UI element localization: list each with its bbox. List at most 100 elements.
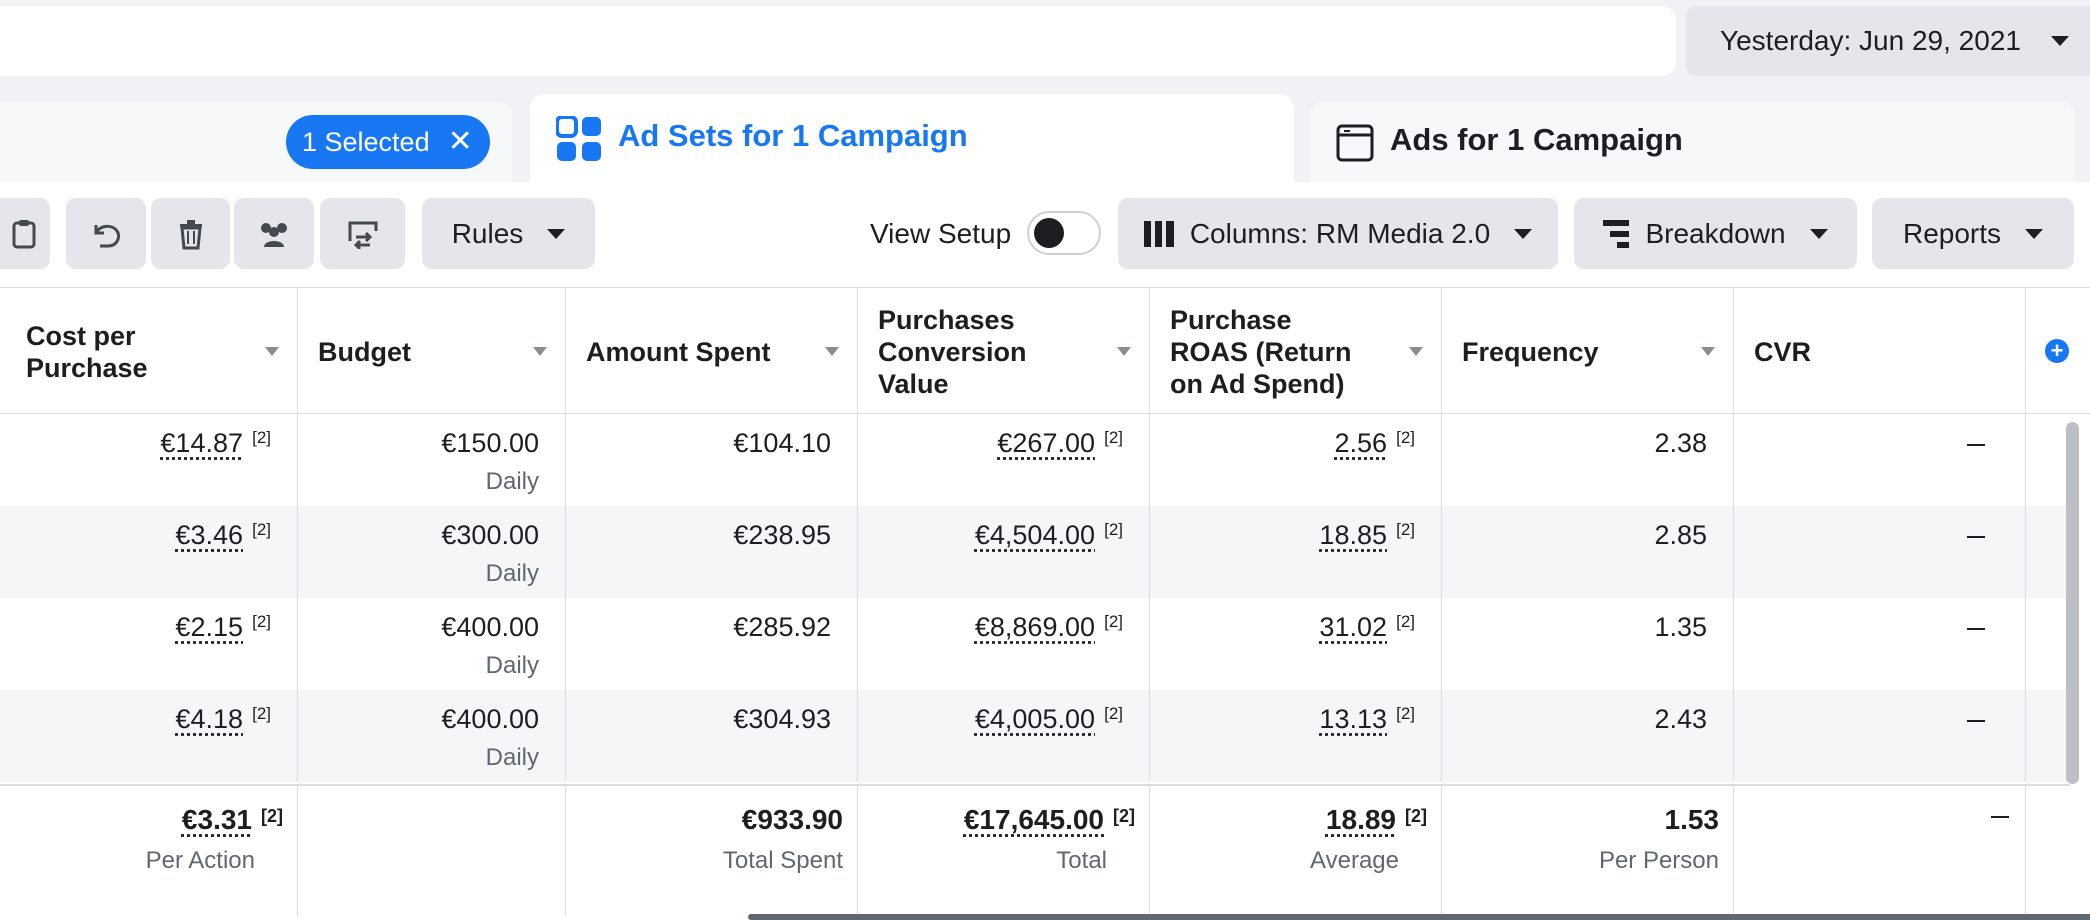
frequency-value: 2.38 — [1654, 428, 1707, 458]
table-header-row: Cost per Purchase Budget Amount Spent Pu… — [0, 287, 2090, 415]
col-header-frequency[interactable]: Frequency — [1442, 288, 1734, 415]
tab-ads[interactable]: Ads for 1 Campaign — [1310, 102, 2075, 182]
col-header-budget[interactable]: Budget — [298, 288, 566, 415]
paste-button[interactable] — [0, 198, 50, 269]
total-roas[interactable]: 18.89 — [1326, 804, 1396, 836]
footnote: [2] — [1405, 806, 1427, 826]
total-amount-spent-label: Total Spent — [722, 847, 843, 874]
total-budget-empty — [298, 786, 566, 916]
chevron-down-icon — [1514, 228, 1533, 239]
cost-per-purchase-value[interactable]: €14.87 — [160, 428, 243, 459]
ad-window-icon — [1336, 124, 1374, 162]
breakdown-icon — [1603, 219, 1630, 248]
breakdown-label: Breakdown — [1645, 217, 1786, 249]
footnote: [2] — [252, 428, 271, 447]
total-conversion-value[interactable]: €17,645.00 — [964, 804, 1104, 836]
undo-button[interactable] — [66, 198, 146, 269]
search-filter-bar[interactable] — [0, 6, 1676, 76]
total-roas-label: Average — [1310, 847, 1399, 874]
conversion-value[interactable]: €4,005.00 — [975, 704, 1095, 735]
date-range-picker[interactable]: Yesterday: Jun 29, 2021 — [1686, 6, 2090, 76]
delete-button[interactable] — [151, 198, 230, 269]
cvr-empty-dash — [1967, 536, 1985, 538]
roas-value[interactable]: 18.85 — [1319, 520, 1387, 551]
clipboard-icon — [12, 219, 36, 248]
cost-per-purchase-value[interactable]: €3.46 — [175, 520, 243, 551]
col-header-cost-per-purchase[interactable]: Cost per Purchase — [0, 288, 298, 415]
audience-button[interactable] — [234, 198, 314, 269]
compare-button[interactable] — [320, 198, 405, 269]
horizontal-scrollbar[interactable] — [748, 914, 2090, 920]
reports-button[interactable]: Reports — [1872, 198, 2074, 269]
amount-spent-value: €304.93 — [733, 704, 831, 734]
view-setup-label: View Setup — [870, 218, 1012, 249]
footnote: [2] — [252, 520, 271, 539]
table-row[interactable]: €14.87 [2] €150.00 Daily €104.10 €267.00… — [0, 414, 2070, 506]
frequency-value: 1.35 — [1654, 612, 1707, 642]
sort-caret-icon — [265, 347, 279, 356]
ad-sets-grid-icon — [556, 116, 601, 161]
col-header-roas[interactable]: Purchase ROAS (Return on Ad Spend) — [1150, 288, 1442, 415]
budget-value[interactable]: €400.00 — [441, 612, 539, 643]
toolbar: Rules View Setup Columns: RM Media 2.0 B… — [0, 182, 2090, 287]
frequency-value: 2.43 — [1654, 704, 1707, 734]
roas-value[interactable]: 31.02 — [1319, 612, 1387, 643]
sort-caret-icon — [1409, 347, 1423, 356]
col-header-conversion-value[interactable]: Purchases Conversion Value — [858, 288, 1150, 415]
total-amount-spent: €933.90 — [741, 804, 843, 835]
cvr-empty-dash — [1967, 720, 1985, 722]
roas-value[interactable]: 13.13 — [1319, 704, 1387, 735]
col-header-amount-spent[interactable]: Amount Spent — [566, 288, 858, 415]
chevron-down-icon — [547, 228, 566, 239]
view-setup-toggle[interactable] — [1027, 211, 1101, 255]
clear-selection-icon[interactable]: ✕ — [448, 127, 473, 157]
chevron-down-icon — [2025, 228, 2044, 239]
budget-value[interactable]: €300.00 — [441, 520, 539, 551]
rules-button[interactable]: Rules — [422, 198, 595, 269]
total-cost-per-purchase[interactable]: €3.31 — [182, 804, 252, 836]
footnote: [2] — [252, 704, 271, 723]
add-column-icon[interactable]: + — [2045, 339, 2069, 363]
selected-filter-pill[interactable]: 1 Selected ✕ — [286, 115, 490, 169]
cost-per-purchase-value[interactable]: €4.18 — [175, 704, 243, 735]
cost-per-purchase-value[interactable]: €2.15 — [175, 612, 243, 643]
budget-type: Daily — [485, 744, 539, 771]
breakdown-button[interactable]: Breakdown — [1574, 198, 1857, 269]
chevron-down-icon — [1809, 228, 1828, 239]
footnote: [2] — [1396, 428, 1415, 447]
undo-icon — [94, 224, 121, 247]
footnote: [2] — [1396, 612, 1415, 631]
tab-ad-sets[interactable]: Ad Sets for 1 Campaign — [530, 94, 1294, 189]
frequency-value: 2.85 — [1654, 520, 1707, 550]
total-frequency-label: Per Person — [1598, 847, 1719, 874]
selected-count-label: 1 Selected — [302, 126, 430, 157]
roas-value[interactable]: 2.56 — [1334, 428, 1387, 459]
amount-spent-value: €104.10 — [733, 428, 831, 458]
table-row[interactable]: €4.18 [2] €400.00 Daily €304.93 €4,005.0… — [0, 690, 2070, 782]
total-conversion-value-label: Total — [1056, 847, 1107, 874]
columns-button[interactable]: Columns: RM Media 2.0 — [1118, 198, 1558, 269]
table-row[interactable]: €3.46 [2] €300.00 Daily €238.95 €4,504.0… — [0, 506, 2070, 598]
cvr-empty-dash — [1967, 628, 1985, 630]
rules-label: Rules — [451, 217, 524, 249]
budget-value[interactable]: €400.00 — [441, 704, 539, 735]
vertical-scrollbar[interactable] — [2066, 422, 2079, 784]
col-header-cvr[interactable]: CVR — [1734, 288, 2026, 415]
budget-value[interactable]: €150.00 — [441, 428, 539, 459]
total-cost-per-purchase-label: Per Action — [145, 847, 255, 874]
columns-label: Columns: RM Media 2.0 — [1189, 217, 1491, 249]
total-frequency: 1.53 — [1664, 804, 1720, 835]
sort-caret-icon — [533, 347, 547, 356]
footnote: [2] — [1396, 704, 1415, 723]
budget-type: Daily — [485, 468, 539, 495]
conversion-value[interactable]: €267.00 — [997, 428, 1095, 459]
sort-caret-icon — [825, 347, 839, 356]
toggle-knob — [1034, 218, 1064, 248]
table-row[interactable]: €2.15 [2] €400.00 Daily €285.92 €8,869.0… — [0, 598, 2070, 690]
sort-caret-icon — [1701, 347, 1715, 356]
amount-spent-value: €285.92 — [733, 612, 831, 642]
tab-ads-label: Ads for 1 Campaign — [1390, 122, 1683, 157]
conversion-value[interactable]: €8,869.00 — [975, 612, 1095, 643]
conversion-value[interactable]: €4,504.00 — [975, 520, 1095, 551]
footnote: [2] — [261, 806, 283, 826]
